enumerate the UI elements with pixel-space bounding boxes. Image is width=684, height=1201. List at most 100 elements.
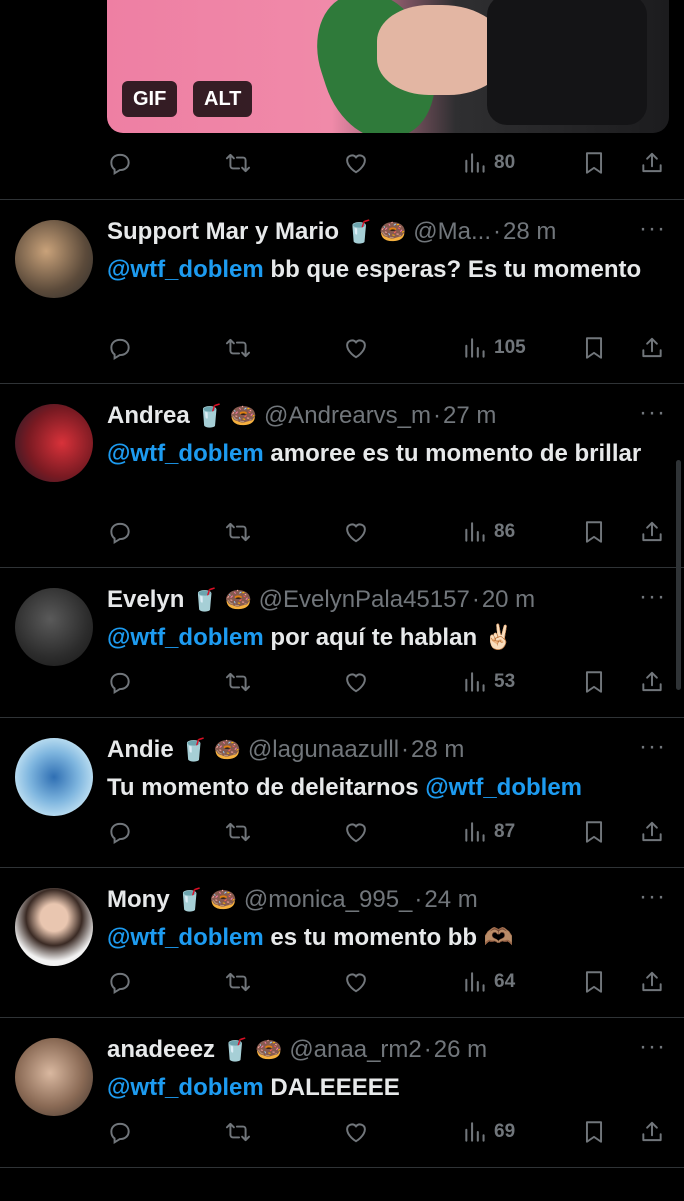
user-handle[interactable]: @anaa_rm2 bbox=[289, 1036, 421, 1063]
tweet-actions: 53 bbox=[107, 665, 667, 699]
tweet-text: @wtf_doblem DALEEEEE bbox=[107, 1074, 400, 1101]
views-button[interactable]: 69 bbox=[462, 1115, 515, 1149]
share-button[interactable] bbox=[639, 965, 665, 999]
more-icon[interactable]: ··· bbox=[639, 583, 666, 611]
share-button[interactable] bbox=[639, 331, 665, 365]
views-button[interactable]: 64 bbox=[462, 965, 515, 999]
alt-badge[interactable]: ALT bbox=[193, 81, 253, 117]
display-name[interactable]: Support Mar y Mario bbox=[107, 218, 339, 245]
retweet-button[interactable] bbox=[225, 515, 251, 549]
share-button[interactable] bbox=[639, 1115, 665, 1149]
share-button[interactable] bbox=[639, 665, 665, 699]
retweet-button[interactable] bbox=[225, 1115, 251, 1149]
mention-link[interactable]: @wtf_doblem bbox=[107, 1074, 264, 1101]
tweet-item[interactable]: Mony 🥤 🍩 @monica_995_·24 m ··· @wtf_dobl… bbox=[0, 867, 684, 1018]
avatar[interactable] bbox=[15, 1038, 93, 1116]
scrollbar[interactable] bbox=[676, 460, 681, 690]
share-button[interactable] bbox=[639, 146, 665, 180]
mention-link[interactable]: @wtf_doblem bbox=[425, 774, 582, 801]
bookmark-button[interactable] bbox=[581, 1115, 607, 1149]
tweet-item[interactable]: Evelyn 🥤 🍩 @EvelynPala45157·20 m ··· @wt… bbox=[0, 567, 684, 718]
views-button[interactable]: 105 bbox=[462, 331, 526, 365]
more-icon[interactable]: ··· bbox=[639, 883, 666, 911]
user-handle[interactable]: @monica_995_ bbox=[244, 886, 412, 913]
display-name[interactable]: Mony bbox=[107, 886, 170, 913]
reply-icon bbox=[107, 335, 133, 361]
avatar[interactable] bbox=[15, 588, 93, 666]
reply-icon bbox=[107, 519, 133, 545]
share-button[interactable] bbox=[639, 815, 665, 849]
tweet-item[interactable]: anadeeez 🥤 🍩 @anaa_rm2·26 m ··· @wtf_dob… bbox=[0, 1017, 684, 1168]
bookmark-button[interactable] bbox=[581, 331, 607, 365]
avatar[interactable] bbox=[15, 888, 93, 966]
avatar[interactable] bbox=[15, 404, 93, 482]
reply-button[interactable] bbox=[107, 665, 133, 699]
retweet-button[interactable] bbox=[225, 146, 251, 180]
share-button[interactable] bbox=[639, 515, 665, 549]
like-button[interactable] bbox=[343, 331, 369, 365]
bookmark-button[interactable] bbox=[581, 515, 607, 549]
tweet-item[interactable]: Andie 🥤 🍩 @lagunaazulll·28 m ··· Tu mome… bbox=[0, 717, 684, 868]
like-button[interactable] bbox=[343, 815, 369, 849]
user-handle[interactable]: @Andrearvs_m bbox=[264, 402, 431, 429]
retweet-icon bbox=[225, 669, 251, 695]
views-button[interactable]: 53 bbox=[462, 665, 515, 699]
retweet-button[interactable] bbox=[225, 965, 251, 999]
more-icon[interactable]: ··· bbox=[639, 733, 666, 761]
tweet-header: Andrea 🥤 🍩 @Andrearvs_m·27 m bbox=[107, 402, 497, 429]
retweet-button[interactable] bbox=[225, 331, 251, 365]
views-button[interactable]: 87 bbox=[462, 815, 515, 849]
reply-button[interactable] bbox=[107, 815, 133, 849]
timestamp[interactable]: 28 m bbox=[503, 218, 556, 245]
retweet-button[interactable] bbox=[225, 665, 251, 699]
tweet-media-gif[interactable]: GIF ALT bbox=[107, 0, 669, 133]
views-button[interactable]: 86 bbox=[462, 515, 515, 549]
display-name[interactable]: Andie bbox=[107, 736, 174, 763]
timestamp[interactable]: 27 m bbox=[443, 402, 496, 429]
bookmark-button[interactable] bbox=[581, 665, 607, 699]
avatar[interactable] bbox=[15, 220, 93, 298]
user-handle[interactable]: @lagunaazulll bbox=[248, 736, 399, 763]
like-button[interactable] bbox=[343, 965, 369, 999]
like-icon bbox=[343, 969, 369, 995]
tweet-item[interactable]: Andrea 🥤 🍩 @Andrearvs_m·27 m ··· @wtf_do… bbox=[0, 383, 684, 568]
like-button[interactable] bbox=[343, 146, 369, 180]
retweet-button[interactable] bbox=[225, 815, 251, 849]
tweet-actions: 87 bbox=[107, 815, 667, 849]
timestamp[interactable]: 24 m bbox=[424, 886, 477, 913]
bookmark-icon bbox=[581, 669, 607, 695]
mention-link[interactable]: @wtf_doblem bbox=[107, 256, 264, 283]
more-icon[interactable]: ··· bbox=[639, 1033, 666, 1061]
bookmark-button[interactable] bbox=[581, 815, 607, 849]
like-button[interactable] bbox=[343, 1115, 369, 1149]
avatar[interactable] bbox=[15, 738, 93, 816]
views-count: 87 bbox=[494, 821, 516, 842]
like-button[interactable] bbox=[343, 665, 369, 699]
reply-button[interactable] bbox=[107, 515, 133, 549]
more-icon[interactable]: ··· bbox=[639, 399, 666, 427]
display-name[interactable]: anadeeez bbox=[107, 1036, 215, 1063]
reply-button[interactable] bbox=[107, 146, 133, 180]
mention-link[interactable]: @wtf_doblem bbox=[107, 924, 264, 951]
tweet-header: Andie 🥤 🍩 @lagunaazulll·28 m bbox=[107, 736, 465, 763]
reply-button[interactable] bbox=[107, 965, 133, 999]
user-handle[interactable]: @EvelynPala45157 bbox=[259, 586, 470, 613]
bookmark-button[interactable] bbox=[581, 146, 607, 180]
share-icon bbox=[639, 819, 665, 845]
timestamp[interactable]: 28 m bbox=[411, 736, 464, 763]
mention-link[interactable]: @wtf_doblem bbox=[107, 440, 264, 467]
tweet-item[interactable]: Support Mar y Mario 🥤 🍩 @Ma...·28 m ··· … bbox=[0, 199, 684, 384]
display-name[interactable]: Andrea bbox=[107, 402, 190, 429]
reply-button[interactable] bbox=[107, 331, 133, 365]
reply-button[interactable] bbox=[107, 1115, 133, 1149]
like-button[interactable] bbox=[343, 515, 369, 549]
user-handle[interactable]: @Ma... bbox=[413, 218, 491, 245]
bookmark-button[interactable] bbox=[581, 965, 607, 999]
display-name[interactable]: Evelyn bbox=[107, 586, 184, 613]
views-button[interactable]: 80 bbox=[462, 146, 515, 180]
mention-link[interactable]: @wtf_doblem bbox=[107, 624, 264, 651]
retweet-icon bbox=[225, 519, 251, 545]
timestamp[interactable]: 20 m bbox=[482, 586, 535, 613]
timestamp[interactable]: 26 m bbox=[434, 1036, 487, 1063]
more-icon[interactable]: ··· bbox=[639, 215, 666, 243]
